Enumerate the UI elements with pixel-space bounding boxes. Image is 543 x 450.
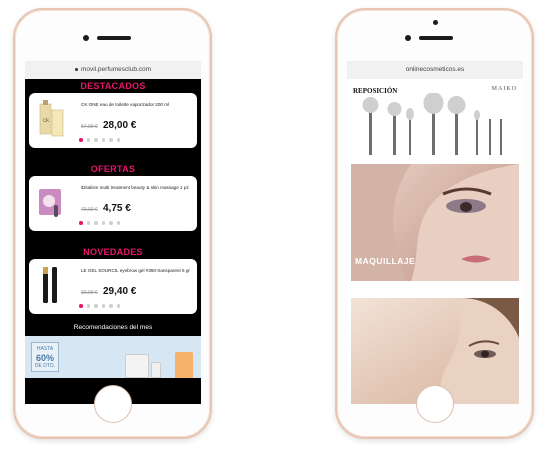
url-text: movil.perfumesclub.com — [80, 66, 152, 73]
front-camera — [83, 35, 89, 41]
home-button[interactable] — [416, 385, 454, 423]
perfume-bottle-image: ck — [39, 100, 64, 137]
eyebrow-gel-image — [43, 267, 57, 303]
old-price: 57,00 € — [81, 124, 98, 130]
price: 28,00 € — [103, 120, 137, 131]
badge-value: 60% — [35, 353, 54, 363]
front-camera — [433, 20, 438, 25]
recommendations-heading: Recomendaciones del mes — [73, 324, 153, 331]
product-name: LE GEL SOURCIL eyebrow gel #350-transpar… — [81, 268, 190, 273]
price: 4,75 € — [103, 203, 131, 214]
product-name: iDitalism multi treatment beauty & skin … — [81, 185, 189, 190]
price: 29,40 € — [103, 286, 137, 297]
badge-top: HASTA — [36, 346, 54, 352]
brand-logo: MAIKO — [491, 86, 517, 92]
sensor — [405, 35, 411, 41]
address-bar[interactable]: onlinecosmeticos.es — [347, 61, 523, 79]
old-price: 79,00 € — [81, 207, 98, 213]
section-title-ofertas: OFERTAS — [90, 164, 136, 174]
screen-left: movil.perfumesclub.com DESTACADOS ck CK … — [25, 61, 201, 404]
product-bottle — [175, 352, 193, 378]
lock-icon — [74, 67, 78, 71]
address-bar[interactable]: movil.perfumesclub.com — [25, 61, 201, 79]
product-card[interactable]: LE GEL SOURCIL eyebrow gel #350-transpar… — [29, 259, 197, 314]
beauty-device-image — [39, 189, 61, 217]
section-title-destacados: DESTACADOS — [80, 81, 146, 91]
promo-banner[interactable]: HASTA 60% DE DTO. — [25, 336, 201, 378]
brushes-image — [362, 93, 502, 155]
section-title-novedades: NOVEDADES — [83, 247, 143, 257]
product-tube — [151, 362, 161, 378]
product-card[interactable]: iDitalism multi treatment beauty & skin … — [29, 176, 197, 231]
screen-right: onlinecosmeticos.es REPOSICIÓN MAIKO MAQ… — [347, 61, 523, 404]
speaker — [97, 36, 131, 40]
speaker — [419, 36, 453, 40]
makeup-label: MAQUILLAJE — [355, 256, 416, 266]
makeup-banner[interactable]: MAQUILLAJE — [351, 164, 519, 281]
discount-badge: HASTA 60% DE DTO. — [31, 342, 59, 372]
product-jar — [125, 354, 149, 378]
brushes-banner[interactable]: REPOSICIÓN MAIKO — [347, 79, 523, 157]
carousel-dots[interactable] — [79, 138, 120, 142]
product-card[interactable]: ck CK ONE eau de toilette vaporizador 20… — [29, 93, 197, 148]
badge-bottom: DE DTO. — [34, 363, 56, 369]
product-name: CK ONE eau de toilette vaporizador 200 m… — [81, 102, 170, 107]
home-button[interactable] — [94, 385, 132, 423]
svg-text:ck: ck — [43, 118, 50, 124]
old-price: 32,00 € — [81, 290, 98, 296]
phone-right: onlinecosmeticos.es REPOSICIÓN MAIKO MAQ… — [335, 8, 534, 439]
phone-left: movil.perfumesclub.com DESTACADOS ck CK … — [13, 8, 212, 439]
carousel-dots[interactable] — [79, 304, 120, 308]
carousel-dots[interactable] — [79, 221, 120, 225]
